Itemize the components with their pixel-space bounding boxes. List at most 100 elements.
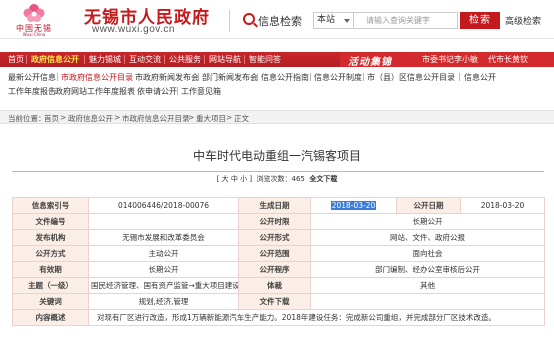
table-value-highlighted: 2018-03-20 — [310, 197, 397, 214]
page: 中国无锡 Wuxi China 无锡市人民政府 www.wuxi.gov.cn … — [0, 0, 554, 346]
subnav-pipe: | — [56, 72, 59, 81]
subnav-item-info[interactable]: 信息公开 — [464, 72, 496, 83]
search-button[interactable]: 检索 — [460, 12, 500, 29]
breadcrumb: 当前位置： 首页 > 政府信息公开 > 市政府信息公开目录 > 重大项目 > 正… — [0, 110, 554, 124]
table-label: 公开形式 — [238, 229, 311, 246]
nav-divider — [204, 55, 205, 64]
flower-logo-icon — [23, 4, 45, 22]
advanced-search-link[interactable]: 高级检索 — [505, 14, 541, 27]
article-meta: [ 大 中 小 ] 浏览次数：465 全文下载 — [0, 174, 554, 184]
table-row: 有效期 长期公开 公开程序 部门编制、经办公室审核后公开 — [12, 261, 545, 278]
subnav-pipe: | — [256, 72, 259, 81]
font-size-medium[interactable]: 中 — [231, 175, 238, 183]
breadcrumb-prefix: 当前位置： — [8, 114, 46, 123]
table-value: 规划,经济,管理 — [88, 293, 239, 310]
table-label: 发布机构 — [12, 229, 89, 246]
search-icon — [243, 13, 255, 25]
font-size-large[interactable]: 大 — [222, 175, 229, 183]
site-logo[interactable]: 中国无锡 Wuxi China — [6, 2, 62, 38]
subnav-item-annual-report[interactable]: 工作年度报告 — [8, 86, 56, 97]
nav-item-sitemap[interactable]: 网站导航 — [209, 54, 241, 65]
table-value — [88, 213, 239, 230]
subnav-pipe: | — [197, 72, 200, 81]
table-label: 关键词 — [12, 293, 89, 310]
nav-divider — [244, 55, 245, 64]
table-value: 014006446/2018-00076 — [88, 197, 239, 214]
banner-slogan[interactable]: 活动集锦 — [348, 53, 392, 68]
font-size-small[interactable]: 小 — [240, 175, 247, 183]
search-scope-value: 本站 — [317, 15, 336, 25]
selected-date[interactable]: 2018-03-20 — [330, 201, 377, 210]
table-value: 其他 — [310, 277, 545, 294]
table-value: 部门编制、经办公室审核后公开 — [310, 261, 545, 278]
table-row: 发布机构 无锡市发展和改革委员会 公开形式 网站、文件、政府公报 — [12, 229, 545, 246]
subnav-item-apply[interactable]: 依申请公开 — [137, 86, 177, 97]
table-label: 文件下载 — [238, 293, 311, 310]
subnav-item-website-report[interactable]: 政府网站工作年度报表 — [55, 86, 135, 97]
subnav-item-press-dept[interactable]: 部门新闻发布会 — [202, 72, 258, 83]
subnav-pipe: | — [458, 72, 461, 81]
breadcrumb-gov-info[interactable]: 政府信息公开 — [68, 113, 113, 124]
download-link[interactable]: 全文下载 — [309, 175, 337, 183]
table-row: 内容概述 对现有厂区进行改造，形成1万辆新能源汽车生产能力。2018年建设任务：… — [12, 309, 545, 326]
search-label: 信息检索 — [258, 15, 302, 28]
nav-item-gov-info[interactable]: 政府信息公开 — [31, 54, 79, 65]
subnav-item-system[interactable]: 信息公开制度 — [314, 72, 362, 83]
breadcrumb-projects[interactable]: 重大项目 — [196, 113, 226, 124]
table-value: 长期公开 — [310, 213, 545, 230]
table-label: 内容概述 — [12, 309, 89, 326]
subnav-item-catalog[interactable]: 市政府信息公开目录 — [61, 72, 133, 83]
table-row: 主题（一级） 国民经济管理、国有资产监管→重大项目建设 体裁 其他 — [12, 277, 545, 294]
subnav-item-district[interactable]: 市（县）区信息公开目录 — [367, 72, 455, 83]
nav-item-interaction[interactable]: 互动交流 — [129, 54, 161, 65]
table-value: 网站、文件、政府公报 — [310, 229, 545, 246]
banner-link-secretary[interactable]: 市委书记李小敏 — [422, 54, 478, 65]
subnav-pipe: | — [176, 86, 179, 95]
views-count: 465 — [291, 175, 305, 183]
table-label: 公开日期 — [396, 197, 461, 214]
search-input[interactable]: 请输入查询关键字 — [354, 12, 458, 29]
banner-link-mayor[interactable]: 代市长黄钦 — [488, 54, 528, 65]
table-label: 公开范围 — [238, 245, 311, 262]
logo-subtext: Wuxi China — [22, 32, 46, 37]
subnav-item-press-city[interactable]: 市政府新闻发布会 — [135, 72, 199, 83]
article-title: 中车时代电动重组一汽锡客项目 — [192, 149, 361, 163]
table-label: 公开程序 — [238, 261, 311, 278]
nav-item-home[interactable]: 首页 — [8, 54, 24, 65]
views-label: 浏览次数： — [256, 175, 292, 183]
header-strip — [0, 39, 554, 52]
table-row: 文件编号 公开时限 长期公开 — [12, 213, 545, 230]
nav-divider — [26, 55, 27, 64]
table-label: 体裁 — [238, 277, 311, 294]
breadcrumb-home[interactable]: 首页 — [44, 113, 59, 124]
table-value: 2018-03-20 — [460, 197, 545, 214]
table-value: 长期公开 — [88, 261, 239, 278]
table-label: 文件编号 — [12, 213, 89, 230]
sub-nav: 最新公开信息 | 市政府信息公开目录 | 市政府新闻发布会 | 部门新闻发布会 … — [0, 70, 554, 98]
subnav-pipe: | — [50, 86, 53, 95]
table-label: 公开方式 — [12, 245, 89, 262]
subnav-item-guide[interactable]: 信息公开指南 — [261, 72, 309, 83]
subnav-pipe: | — [130, 72, 133, 81]
subnav-pipe: | — [309, 72, 312, 81]
nav-divider — [164, 55, 165, 64]
nav-item-services[interactable]: 公共服务 — [169, 54, 201, 65]
breadcrumb-sep: > — [60, 113, 67, 122]
search-scope-select[interactable]: 本站 — [313, 12, 354, 29]
site-header: 中国无锡 Wuxi China 无锡市人民政府 www.wuxi.gov.cn … — [0, 0, 554, 39]
font-size-bracket-close: ] — [249, 175, 253, 183]
breadcrumb-sep: > — [226, 113, 233, 122]
subnav-item-mailbox[interactable]: 工作意见箱 — [181, 86, 221, 97]
table-value: 面向社会 — [310, 245, 545, 262]
table-value — [310, 293, 545, 310]
table-value: 主动公开 — [88, 245, 239, 262]
title-divider — [12, 171, 544, 172]
breadcrumb-catalog[interactable]: 市政府信息公开目录 — [122, 113, 190, 124]
table-label: 主题（一级） — [12, 277, 89, 294]
nav-item-charm[interactable]: 魅力锡城 — [89, 54, 121, 65]
nav-divider — [124, 55, 125, 64]
nav-item-qa[interactable]: 智能问答 — [249, 54, 281, 65]
table-row: 关键词 规划,经济,管理 文件下载 — [12, 293, 545, 310]
breadcrumb-current: 正文 — [234, 114, 249, 123]
subnav-item-latest[interactable]: 最新公开信息 — [8, 72, 56, 83]
